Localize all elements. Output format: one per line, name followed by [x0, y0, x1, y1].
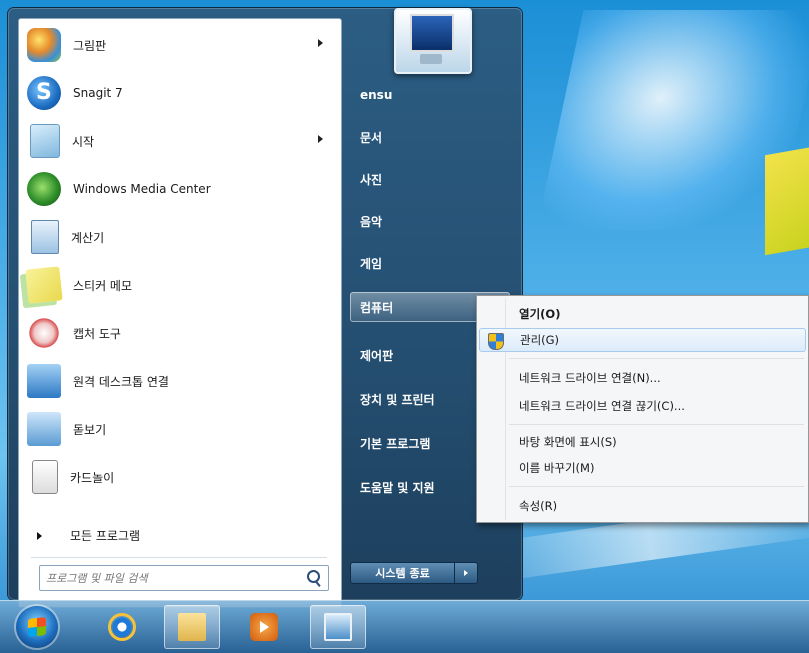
menu-item-manage[interactable]: 관리(G) [479, 328, 806, 352]
all-programs-label: 모든 프로그램 [70, 529, 141, 543]
program-item-remote-desktop[interactable]: 원격 데스크톱 연결 [27, 361, 327, 401]
menu-item-open[interactable]: 열기(O) [479, 302, 806, 326]
search-icon[interactable] [307, 570, 320, 583]
program-item-calculator[interactable]: 계산기 [27, 217, 327, 257]
program-label: 원격 데스크톱 연결 [73, 374, 169, 389]
start-button[interactable] [16, 606, 58, 648]
taskbar-button-ie[interactable] [94, 605, 150, 649]
program-label: Snagit 7 [73, 86, 123, 100]
program-item-media-center[interactable]: Windows Media Center [27, 169, 327, 209]
menu-item-properties[interactable]: 속성(R) [479, 494, 806, 518]
media-player-icon [250, 613, 278, 641]
sync-icon [30, 124, 60, 158]
menu-item-map-network-drive[interactable]: 네트워크 드라이브 연결(N)... [479, 366, 806, 390]
right-item-user[interactable]: ensu [350, 80, 510, 110]
search-input[interactable] [44, 568, 298, 588]
search-box[interactable] [39, 565, 329, 591]
internet-explorer-icon [108, 613, 136, 641]
calculator-icon [31, 220, 59, 254]
program-item-snagit[interactable]: Snagit 7 [27, 73, 327, 113]
menu-item-rename[interactable]: 이름 바꾸기(M) [479, 456, 806, 480]
taskbar-button-remote-desktop[interactable] [310, 605, 366, 649]
program-item-sync[interactable]: 시작 [27, 121, 327, 161]
remote-desktop-icon [27, 364, 61, 398]
program-label: 돋보기 [73, 422, 107, 437]
expand-arrow-icon [37, 531, 42, 540]
program-label: 계산기 [71, 230, 105, 245]
program-label: Windows Media Center [73, 182, 211, 196]
shutdown-options-icon[interactable] [454, 563, 477, 583]
solitaire-icon [32, 460, 58, 494]
paint-icon [27, 28, 61, 62]
sticky-notes-icon [25, 266, 63, 304]
wallpaper-flag [765, 144, 809, 256]
menu-separator [509, 486, 804, 487]
taskbar [0, 600, 809, 653]
menu-item-manage-label: 관리(G) [520, 333, 560, 347]
submenu-arrow-icon[interactable] [318, 135, 323, 143]
all-programs-button[interactable]: 모든 프로그램 [37, 527, 140, 544]
magnifier-icon [27, 412, 61, 446]
taskbar-button-explorer[interactable] [164, 605, 220, 649]
right-item-music[interactable]: 음악 [350, 206, 510, 236]
snagit-icon [27, 76, 61, 110]
user-picture[interactable] [394, 8, 472, 74]
program-item-snipping-tool[interactable]: 캡처 도구 [27, 313, 327, 353]
program-item-magnifier[interactable]: 돋보기 [27, 409, 327, 449]
windows-explorer-icon [178, 613, 206, 641]
shutdown-button-group: 시스템 종료 [350, 562, 478, 584]
program-list: 그림판 Snagit 7 시작 Windows Media Center 계산기… [18, 18, 342, 608]
program-label: 스티커 메모 [73, 278, 133, 293]
right-item-documents[interactable]: 문서 [350, 122, 510, 152]
right-item-games[interactable]: 게임 [350, 248, 510, 278]
shutdown-button[interactable]: 시스템 종료 [351, 563, 454, 583]
remote-desktop-icon [324, 613, 352, 641]
program-label: 캡처 도구 [73, 326, 121, 341]
uac-shield-icon [488, 333, 504, 350]
menu-item-show-on-desktop[interactable]: 바탕 화면에 표시(S) [479, 430, 806, 454]
submenu-arrow-icon[interactable] [318, 39, 323, 47]
menu-separator [509, 358, 804, 359]
program-item-solitaire[interactable]: 카드놀이 [27, 457, 327, 497]
right-item-pictures[interactable]: 사진 [350, 164, 510, 194]
start-menu: 그림판 Snagit 7 시작 Windows Media Center 계산기… [8, 8, 522, 608]
snipping-tool-icon [27, 316, 61, 350]
context-menu: 열기(O) 관리(G) 네트워크 드라이브 연결(N)... 네트워크 드라이브… [476, 295, 809, 523]
program-label: 카드놀이 [70, 470, 115, 485]
media-center-icon [27, 172, 61, 206]
program-item-sticky-notes[interactable]: 스티커 메모 [25, 265, 327, 305]
menu-item-disconnect-network-drive[interactable]: 네트워크 드라이브 연결 끊기(C)... [479, 394, 806, 418]
divider [31, 557, 327, 558]
menu-separator [509, 424, 804, 425]
taskbar-button-media-player[interactable] [236, 605, 292, 649]
program-item-paint[interactable]: 그림판 [27, 25, 327, 65]
program-label: 그림판 [73, 38, 107, 53]
program-label: 시작 [72, 134, 95, 149]
